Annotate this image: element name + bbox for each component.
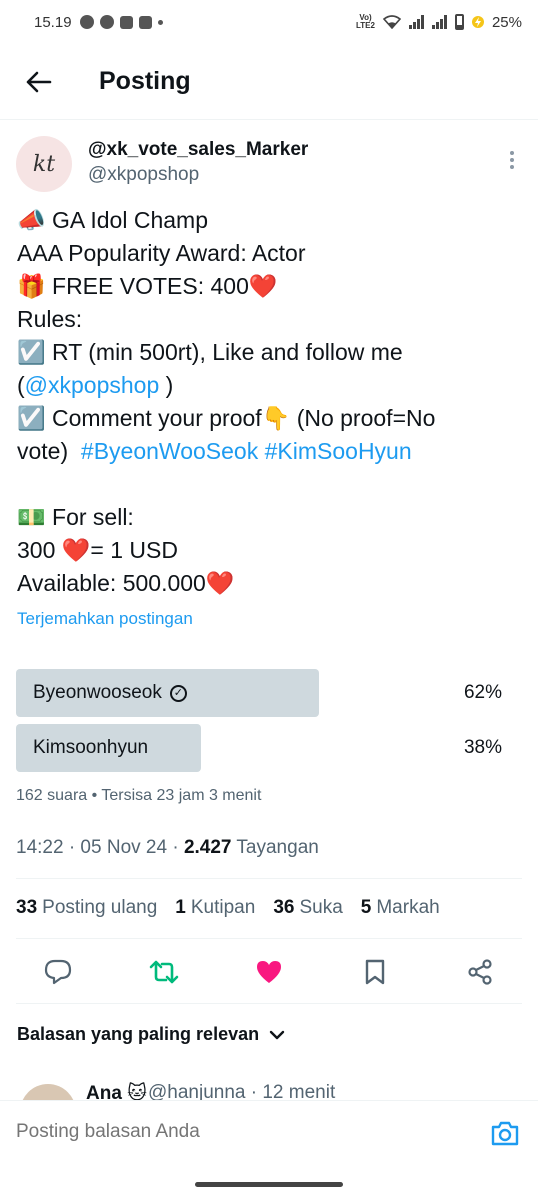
stat-count: 33 [16,897,38,918]
poll-meta: 162 suara • Tersisa 23 jam 3 menit [16,787,262,804]
post-line: Rules: [17,306,83,332]
more-options-button[interactable] [504,148,520,172]
post-line: ☑️ Comment your proof👇 (No proof=No [17,405,436,431]
reply-input[interactable] [16,1121,456,1143]
stat-label: Posting ulang [42,897,158,918]
time-date: 14:22 · 05 Nov 24 · [16,837,184,858]
page-title: Posting [99,67,191,95]
stat-count: 1 [175,897,186,918]
home-gesture-pill[interactable] [195,1182,343,1187]
chevron-down-icon [269,1030,285,1039]
shop-icon [119,15,133,29]
wifi-icon [382,15,401,29]
bookmark-icon [365,959,384,985]
replies-sort-label: Balasan yang paling relevan [17,1024,260,1044]
poll-option-label: Kimsoonhyun [33,737,149,758]
reply-compose-bar [0,1100,538,1168]
like-button[interactable] [249,952,289,992]
translate-link[interactable]: Terjemahkan postingan [17,609,193,629]
chat-icon [99,15,114,29]
dot [510,151,514,155]
reply-author-name: Ana 🐱 [86,1083,147,1100]
system-nav-bar [0,1168,538,1200]
poll-option: Kimsoonhyun 38% [16,724,504,772]
reply-author-handle: @hanjunna · 12 menit [148,1082,336,1100]
share-button[interactable] [460,952,500,992]
stat-label: Kutipan [190,897,256,918]
hashtag-link[interactable]: #KimSooHyun [265,438,412,464]
stat-label: Markah [376,897,440,918]
stat-label: Suka [299,897,343,918]
mention-link[interactable]: @xkpopshop [25,372,160,398]
dot [510,158,514,162]
post-line: ☑️ RT (min 500rt), Like and follow me [17,339,403,365]
heart-icon [257,961,281,983]
bookmark-button[interactable] [355,952,395,992]
stat-count: 5 [360,897,372,918]
poll-option: Byeonwooseok ✓ 62% [16,669,504,717]
stat-bookmarks[interactable]: 5 Markah [361,897,440,919]
more-notifications-icon [157,19,163,25]
divider [16,938,522,939]
poll-percent: 62% [463,682,502,703]
post-line: Available: 500.000❤️ [17,570,235,596]
status-time: 15.19 [34,13,72,31]
poll-option-label-wrap: Kimsoonhyun [33,737,148,759]
avatar[interactable] [20,1084,76,1100]
camera-icon [491,1121,519,1146]
post-line: 300 ❤️= 1 USD [17,537,178,563]
author-display-name[interactable]: @xk_vote_sales_Marker [88,139,308,161]
notification-icons [79,15,163,29]
post-timestamp: 14:22 · 05 Nov 24 · 2.427 Tayangan [16,837,319,859]
post-line: ) [159,372,174,398]
view-count: 2.427 [183,837,232,858]
repost-button[interactable] [144,952,184,992]
camera-button[interactable] [490,1119,520,1149]
post-text: 📣 GA Idol Champ AAA Popularity Award: Ac… [17,204,527,600]
divider [16,878,522,879]
engagement-stats: 33 Posting ulang 1 Kutipan 36 Suka 5 Markah [16,897,440,919]
stat-quotes[interactable]: 1 Kutipan [175,897,255,919]
avatar[interactable]: kt [16,136,72,192]
stat-count: 36 [273,897,295,918]
signal-icon-1 [408,15,424,29]
tiktok-icon [138,15,152,29]
poll-percent: 38% [463,737,502,758]
back-button[interactable] [19,62,59,102]
status-right: Vo) LTE2 25% [356,14,522,31]
post-author: kt @xk_vote_sales_Marker @xkpopshop [16,136,522,192]
post-line: ( [17,372,25,398]
battery-percent: 25% [491,13,522,31]
check-circle-icon: ✓ [169,684,187,702]
post-actions [16,952,522,992]
views-label: Tayangan [231,837,319,858]
stat-likes[interactable]: 36 Suka [273,897,342,919]
reply-button[interactable] [38,952,78,992]
post-line: 🎁 FREE VOTES: 400❤️ [17,273,278,299]
post-line: vote) [17,438,81,464]
stat-reposts[interactable]: 33 Posting ulang [16,897,157,919]
reply-icon [44,959,72,985]
poll-option-label: Byeonwooseok [33,682,162,703]
share-icon [468,959,492,985]
top-app-bar: Posting [0,44,538,120]
status-bar: 15.19 Vo) LTE2 25% [0,0,538,44]
divider [16,1003,522,1004]
volte-icon: Vo) LTE2 [356,13,375,30]
whatsapp-icon [79,15,94,29]
hashtag-link[interactable]: #ByeonWooSeok [81,438,258,464]
author-handle[interactable]: @xkpopshop [88,164,199,186]
battery-icon [454,14,464,30]
repost-icon [149,960,178,984]
post-line: AAA Popularity Award: Actor [17,240,306,266]
poll-option-label-wrap: Byeonwooseok ✓ [33,682,187,704]
charging-icon [471,16,484,28]
arrow-left-icon [26,71,52,92]
post-line: 💵 For sell: [17,504,134,530]
post-line: 📣 GA Idol Champ [17,207,208,233]
signal-icon-2 [431,15,447,29]
dot [510,165,514,169]
replies-sort-dropdown[interactable]: Balasan yang paling relevan [17,1024,285,1045]
reply-item[interactable]: Ana 🐱 @hanjunna · 12 menit [16,1082,522,1100]
